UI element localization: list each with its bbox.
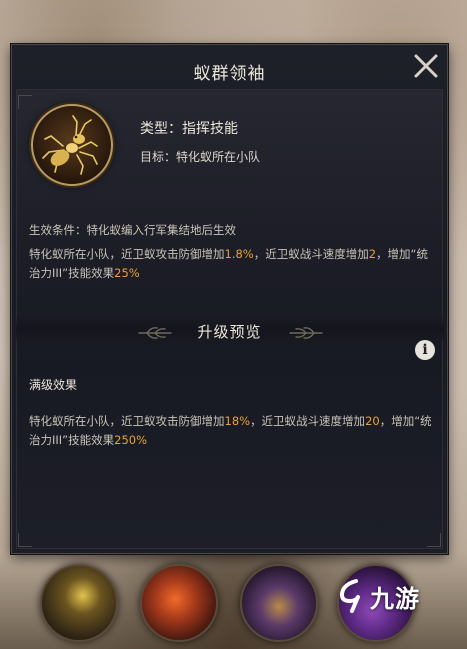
current-effect-text: 特化蚁所在小队，近卫蚁攻击防御增加1.8%，近卫蚁战斗速度增加2，增加“统治力I… [29,247,429,280]
value-highlight: 1.8% [224,247,254,261]
golden-ant-icon [31,104,113,186]
laurel-right-icon [289,327,323,339]
value-highlight: 18% [224,414,251,428]
max-effect-text: 特化蚁所在小队，近卫蚁攻击防御增加18%，近卫蚁战斗速度增加20，增加“统治力I… [29,414,432,447]
dialog-title: 蚁群领袖 [193,64,266,84]
value-highlight: 2 [368,247,377,261]
skill-type: 类型：指挥技能 [140,121,238,137]
skill-icon-2[interactable] [140,564,218,642]
activation-condition: 生效条件：特化蚁编入行军集结地后生效 [29,223,236,237]
value-highlight: 20 [365,414,380,428]
watermark-logo-icon [340,579,360,613]
watermark-text: 九游 [370,584,420,613]
value-highlight: 250% [114,433,148,447]
max-level-label: 满级效果 [29,378,78,392]
info-icon[interactable]: i [415,340,435,360]
skill-dialog: 蚁群领袖 类型：指挥技能 目标：特化蚁所在小队 生效条件：特化蚁编入行军集结地后… [11,44,448,554]
skill-icon-3[interactable] [240,564,318,642]
upgrade-preview-title: 升级预览 [197,323,262,341]
close-icon[interactable] [411,51,441,81]
value-highlight: 25% [114,266,140,280]
skill-icon-1[interactable] [40,564,118,642]
watermark-logo: 九游 [338,576,436,616]
skill-target: 目标：特化蚁所在小队 [140,150,261,164]
